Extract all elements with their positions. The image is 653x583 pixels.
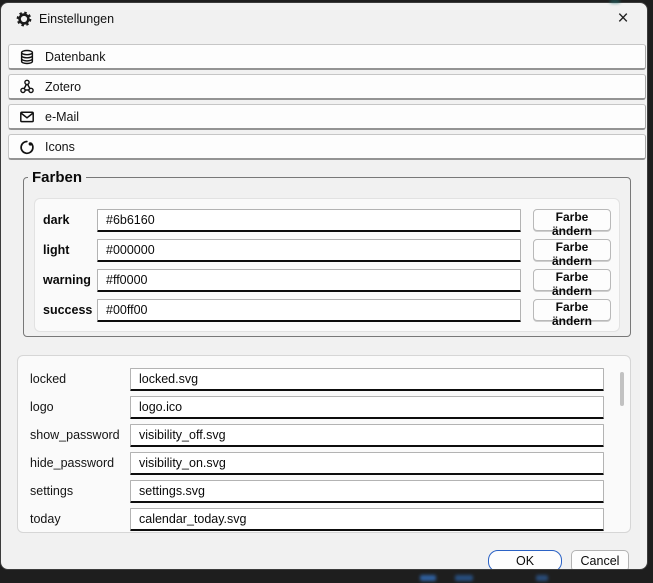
section-datenbank[interactable]: Datenbank — [8, 44, 646, 70]
farben-title: Farben — [28, 169, 86, 186]
close-icon: × — [617, 8, 628, 29]
section-label: Icons — [45, 140, 75, 154]
color-label: dark — [43, 213, 97, 227]
icon-file-input-settings[interactable] — [130, 480, 604, 503]
icon-file-input-hide-password[interactable] — [130, 452, 604, 475]
window-title: Einstellungen — [39, 12, 114, 26]
farben-groupbox: Farben dark Farbe ändern light Farbe änd… — [23, 169, 631, 337]
section-zotero[interactable]: Zotero — [8, 74, 646, 100]
color-label: light — [43, 243, 97, 257]
color-row-dark: dark Farbe ändern — [43, 205, 611, 235]
icon-file-input-show-password[interactable] — [130, 424, 604, 447]
icon-file-label: settings — [30, 484, 130, 498]
color-value-input-warning[interactable] — [97, 269, 521, 292]
section-label: Datenbank — [45, 50, 105, 64]
icon-file-label: logo — [30, 400, 130, 414]
database-icon — [19, 49, 35, 65]
color-value-input-light[interactable] — [97, 239, 521, 262]
color-value-input-success[interactable] — [97, 299, 521, 322]
background-artifact — [610, 0, 620, 3]
icon-file-input-locked[interactable] — [130, 368, 604, 391]
background-artifact — [455, 575, 473, 581]
change-color-button-dark[interactable]: Farbe ändern — [533, 209, 611, 231]
zotero-icon — [19, 79, 35, 95]
change-color-button-success[interactable]: Farbe ändern — [533, 299, 611, 321]
section-icons[interactable]: Icons — [8, 134, 646, 160]
color-value-input-dark[interactable] — [97, 209, 521, 232]
cancel-button[interactable]: Cancel — [571, 550, 629, 570]
icon-file-input-logo[interactable] — [130, 396, 604, 419]
color-row-light: light Farbe ändern — [43, 235, 611, 265]
icon-file-row-show-password: show_password — [30, 421, 616, 449]
sync-circle-icon — [19, 139, 35, 155]
section-label: Zotero — [45, 80, 81, 94]
icon-file-label: hide_password — [30, 456, 130, 470]
settings-dialog: Einstellungen × Datenbank Zotero e-Mail — [0, 2, 648, 570]
ok-button[interactable]: OK — [488, 550, 562, 570]
change-color-button-warning[interactable]: Farbe ändern — [533, 269, 611, 291]
color-label: success — [43, 303, 97, 317]
color-row-success: success Farbe ändern — [43, 295, 611, 325]
icon-file-row-locked: locked — [30, 365, 616, 393]
color-row-warning: warning Farbe ändern — [43, 265, 611, 295]
gear-icon — [16, 11, 32, 27]
titlebar[interactable]: Einstellungen × — [1, 3, 647, 35]
color-label: warning — [43, 273, 97, 287]
icon-file-label: show_password — [30, 428, 130, 442]
icon-file-row-hide-password: hide_password — [30, 449, 616, 477]
icon-files-panel: locked logo show_password hide_password … — [17, 355, 631, 533]
icon-file-input-today[interactable] — [130, 508, 604, 531]
icon-file-label: today — [30, 512, 130, 526]
icon-file-row-settings: settings — [30, 477, 616, 505]
section-email[interactable]: e-Mail — [8, 104, 646, 130]
background-artifact — [420, 575, 436, 581]
mail-icon — [19, 109, 35, 125]
background-artifact — [536, 575, 548, 581]
change-color-button-light[interactable]: Farbe ändern — [533, 239, 611, 261]
scrollbar-thumb[interactable] — [620, 372, 624, 406]
farben-panel: dark Farbe ändern light Farbe ändern war… — [34, 198, 620, 332]
close-button[interactable]: × — [607, 7, 639, 31]
icon-file-label: locked — [30, 372, 130, 386]
section-label: e-Mail — [45, 110, 79, 124]
icon-file-row-today: today — [30, 505, 616, 533]
icon-file-row-logo: logo — [30, 393, 616, 421]
